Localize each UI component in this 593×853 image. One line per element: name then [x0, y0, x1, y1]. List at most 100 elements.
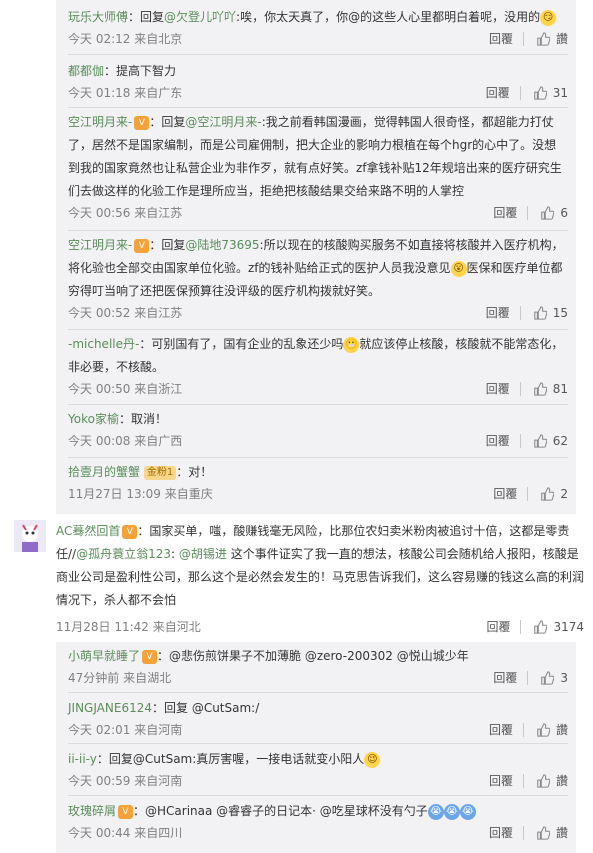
reply-author[interactable]: ii-ii-y [68, 752, 97, 766]
like-button[interactable]: 3 [528, 668, 568, 688]
like-button[interactable]: 62 [521, 431, 568, 451]
reply-author[interactable]: 都都伽 [68, 64, 104, 78]
reply-button[interactable]: 回覆 [476, 303, 520, 323]
reply-button[interactable]: 回覆 [479, 720, 523, 740]
reply-mention[interactable]: @陆地73695 [185, 238, 259, 252]
like-count: 讚 [555, 826, 568, 840]
reply-item: 空江明月来- V ：回复@空江明月来-:我之前看韩国漫画，觉得韩国人很奇怪，都超能力… [68, 111, 568, 223]
divider [68, 329, 568, 330]
like-button[interactable]: 3174 [521, 617, 584, 637]
thumbs-up-icon [537, 774, 550, 788]
reply-author[interactable]: 空江明月来- [68, 115, 132, 129]
like-count: 6 [560, 206, 568, 220]
thumbs-up-icon [541, 487, 555, 501]
emoji-icon: 😭 [459, 803, 476, 820]
reply-author[interactable]: 小萌早就睡了 [68, 649, 140, 663]
reply-mention[interactable]: @空江明月来- [185, 115, 261, 129]
avatar[interactable] [14, 520, 46, 552]
like-button[interactable]: 6 [528, 203, 568, 223]
reply-text: ii-ii-y：回复@CutSam:真厉害喔，一接电话就变小阳人 😉 [68, 748, 568, 771]
reply-author[interactable]: Yoko家榆 [68, 412, 119, 426]
comment-mention[interactable]: @胡锡进 [179, 547, 227, 561]
reply-meta: 今天 01:18 来自广东 回覆 31 [68, 83, 568, 103]
reply-button[interactable]: 回覆 [476, 431, 520, 451]
reply-meta: 今天 00:08 来自广西 回覆 62 [68, 431, 568, 451]
like-button[interactable]: 讚 [524, 771, 568, 791]
reply-actions: 回覆 15 [476, 303, 568, 323]
reply-author[interactable]: JINGJANE6124 [68, 701, 152, 715]
emoji-icon: 😭 [427, 803, 444, 820]
reply-time: 今天 00:59 来自河南 [68, 774, 183, 788]
reply-meta: 今天 00:56 来自江苏 回覆 6 [68, 203, 568, 223]
reply-meta: 47分钟前 来自湖北 回覆 3 [68, 668, 568, 688]
thumbs-up-icon [533, 306, 547, 320]
member-badge-icon: V [134, 238, 150, 253]
reply-body: ：取消！ [118, 412, 167, 426]
smirk-emoji-icon: 😏 [540, 9, 557, 26]
reply-button[interactable]: 回覆 [483, 203, 527, 223]
reply-meta: 今天 00:59 来自河南 回覆 讚 [68, 771, 568, 791]
thumbs-up-icon [537, 723, 550, 737]
reply-time: 11月27日 13:09 来自重庆 [68, 487, 213, 501]
reply-time: 今天 02:12 来自北京 [68, 32, 183, 46]
reply-meta: 今天 00:44 来自四川 回覆 讚 [68, 823, 568, 843]
reply-button[interactable]: 回覆 [479, 29, 523, 49]
reply-actions: 回覆 讚 [479, 771, 568, 791]
divider [68, 795, 568, 796]
reply-button[interactable]: 回覆 [476, 379, 520, 399]
reply-button[interactable]: 回覆 [479, 823, 523, 843]
member-badge-icon: V [134, 115, 150, 130]
reply-button[interactable]: 回覆 [479, 771, 523, 791]
reply-body: ：对！ [176, 465, 213, 479]
comment-mention[interactable]: @孤舟蓑立翁123 [76, 547, 171, 561]
reply-actions: 回覆 3 [483, 668, 568, 688]
like-button[interactable]: 2 [528, 484, 568, 504]
emoji-icon: 😉 [364, 751, 381, 768]
reply-actions: 回覆 讚 [479, 720, 568, 740]
reply-author[interactable]: -michelle丹- [68, 337, 139, 351]
like-button[interactable]: 讚 [524, 720, 568, 740]
emoji-icon: 😬 [343, 336, 360, 353]
reply-item: 玩乐大师傅：回复@欠登儿吖吖:唉，你太天真了，你@的这些人心里都明白着呢，没用的… [68, 6, 568, 49]
reply-button[interactable]: 回覆 [476, 83, 520, 103]
like-button[interactable]: 讚 [524, 823, 568, 843]
reply-button[interactable]: 回覆 [483, 668, 527, 688]
reply-item: 玫瑰碎屑 V ：@HCarinaa @睿睿子的日记本· @吃星球杯没有勺子 😭 😭 😭 今… [68, 800, 568, 843]
comment-author[interactable]: AC蓦然回首 [56, 524, 120, 538]
reply-mention[interactable]: @欠登儿吖吖 [164, 10, 236, 24]
divider [68, 230, 568, 231]
reply-text: Yoko家榆：取消！ [68, 408, 568, 431]
like-count: 3 [560, 671, 568, 685]
reply-author[interactable]: 玩乐大师傅 [68, 10, 128, 24]
like-button[interactable]: 81 [521, 379, 568, 399]
like-count: 62 [552, 434, 568, 448]
like-button[interactable]: 15 [521, 303, 568, 323]
divider [68, 743, 568, 744]
thumbs-up-icon [537, 32, 550, 46]
thumbs-up-icon [534, 620, 548, 634]
reply-author[interactable]: 空江明月来- [68, 238, 132, 252]
reply-button[interactable]: 回覆 [476, 617, 520, 637]
like-count: 讚 [555, 723, 568, 737]
thumbs-up-icon [541, 671, 555, 685]
avatar-image-icon [14, 520, 46, 552]
like-button[interactable]: 讚 [524, 29, 568, 49]
reply-button[interactable]: 回覆 [483, 484, 527, 504]
reply-body: ：可别国有了，国有企业的乱象还少吗 [139, 337, 344, 351]
like-button[interactable]: 31 [521, 83, 568, 103]
reply-text: 拾壹月的蟹蟹 金粉1 ：对！ [68, 461, 568, 484]
divider [68, 457, 568, 458]
reply-author[interactable]: 拾壹月的蟹蟹 [68, 465, 140, 479]
reply-prefix: ：回复 [149, 238, 186, 252]
comment-time: 11月28日 11:42 来自河北 [56, 620, 201, 634]
reply-body: ：回复@CutSam:真厉害喔，一接电话就变小阳人 [96, 752, 365, 766]
thumbs-up-icon [533, 382, 547, 396]
reply-actions: 回覆 81 [476, 379, 568, 399]
reply-text: JINGJANE6124：回复 @CutSam:/ [68, 697, 568, 720]
like-count: 2 [560, 487, 568, 501]
reply-author[interactable]: 玫瑰碎屑 [68, 804, 116, 818]
reply-meta: 今天 02:12 来自北京 回覆 讚 [68, 29, 568, 49]
reply-time: 今天 00:56 来自江苏 [68, 206, 183, 220]
reply-text: 小萌早就睡了 V ：@悲伤煎饼果子不加薄脆 @zero-200302 @悦山城少年 [68, 645, 568, 668]
reply-body: ：回复 @CutSam:/ [152, 701, 260, 715]
